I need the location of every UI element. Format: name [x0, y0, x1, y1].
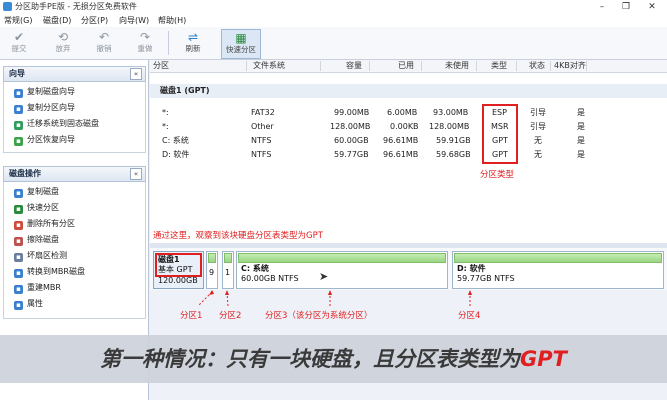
disk-op-bad-sector[interactable]: ▪ 坏扇区检测: [14, 250, 67, 262]
minimize-button[interactable]: –: [590, 0, 614, 14]
copy-disk-icon: ▪: [14, 189, 23, 198]
undo-icon: ↶: [98, 30, 110, 44]
disk-op-copy-disk[interactable]: ▪ 复制磁盘: [14, 186, 59, 198]
quick-partition-button[interactable]: ▦ 快速分区: [221, 29, 261, 59]
partition-recovery-icon: ▪: [14, 137, 23, 146]
disk-op-wipe-disk[interactable]: ▪ 擦除磁盘: [14, 234, 59, 246]
undo-button[interactable]: ↶ 撤销: [89, 29, 119, 57]
check-icon: ✔: [13, 30, 25, 44]
wizard-item-migrate-ssd[interactable]: ▪ 迁移系统到固态磁盘: [14, 118, 99, 130]
col-status[interactable]: 状态: [529, 60, 545, 72]
disk-op-convert-mbr[interactable]: ▪ 转换到MBR磁盘: [14, 266, 85, 278]
disk-ops-panel-header[interactable]: 磁盘操作 «: [3, 166, 146, 182]
table-header: 分区 文件系统 容量 已用 未使用 类型 状态 4KB对齐: [150, 60, 667, 73]
collapse-icon[interactable]: «: [130, 68, 142, 80]
partition-tile-1[interactable]: 9: [206, 251, 218, 289]
disk-op-quick-partition[interactable]: ▪ 快速分区: [14, 202, 59, 214]
disk-op-properties[interactable]: ▪ 属性: [14, 298, 43, 310]
col-type[interactable]: 类型: [491, 60, 507, 72]
disk-ops-panel-body: ▪ 复制磁盘 ▪ 快速分区 ▪ 删除所有分区 ▪ 擦除磁盘 ▪ 坏扇区检测 ▪ 转换到MBR…: [3, 182, 146, 319]
partition-2-annotation: 分区2: [219, 311, 242, 321]
commit-button[interactable]: ✔ 提交: [4, 29, 34, 57]
copy-disk-icon: ▪: [14, 89, 23, 98]
disk-group-row[interactable]: 磁盘1 (GPT): [150, 84, 667, 98]
disk-ops-panel-title: 磁盘操作: [9, 169, 41, 178]
toolbar-separator: [168, 31, 169, 55]
col-unused[interactable]: 未使用: [445, 60, 469, 72]
wizard-panel-header[interactable]: 向导 «: [3, 66, 146, 82]
copy-partition-icon: ▪: [14, 105, 23, 114]
partition-tile-c[interactable]: C: 系统 60.00GB NTFS ➤: [236, 251, 448, 289]
close-button[interactable]: ✕: [640, 0, 664, 14]
wizard-item-copy-disk[interactable]: ▪ 复制磁盘向导: [14, 86, 75, 98]
partition-3-annotation: 分区3（该分区为系统分区）: [265, 311, 373, 321]
menu-disk[interactable]: 磁盘(D): [43, 15, 71, 26]
quick-partition-icon: ▪: [14, 205, 23, 214]
disk-tile[interactable]: 磁盘1 基本 GPT 120.00GB: [153, 251, 204, 289]
table-row[interactable]: *:: [162, 106, 169, 120]
disk-name: 磁盘1: [158, 255, 180, 264]
partition-table: 分区 文件系统 容量 已用 未使用 类型 状态 4KB对齐 磁盘1 (GPT) …: [150, 60, 667, 243]
bad-sector-icon: ▪: [14, 253, 23, 262]
wizard-item-copy-partition[interactable]: ▪ 复制分区向导: [14, 102, 75, 114]
quick-partition-icon: ▦: [235, 31, 247, 45]
disk-group-label: 磁盘1 (GPT): [160, 86, 210, 95]
col-filesystem[interactable]: 文件系统: [253, 60, 285, 72]
refresh-button[interactable]: ⇌ 刷新: [178, 29, 208, 57]
delete-icon: ▪: [14, 221, 23, 230]
disk-size: 120.00GB: [158, 276, 198, 285]
refresh-icon: ⇌: [187, 30, 199, 44]
partition-tile-d[interactable]: D: 软件 59.77GB NTFS: [452, 251, 664, 289]
redo-button[interactable]: ↷ 重做: [130, 29, 160, 57]
menu-bar: 常规(G) 磁盘(D) 分区(P) 向导(W) 帮助(H): [0, 14, 667, 27]
discard-icon: ⟲: [57, 30, 69, 44]
col-capacity[interactable]: 容量: [346, 60, 362, 72]
partition-tile-2[interactable]: 1: [222, 251, 234, 289]
menu-help[interactable]: 帮助(H): [158, 15, 186, 26]
title-bar: 分区助手PE版 - 无损分区免费软件 – ❐ ✕: [0, 0, 667, 15]
table-row[interactable]: D: 软件: [162, 148, 189, 162]
type-highlight-box: [482, 104, 518, 164]
redo-icon: ↷: [139, 30, 151, 44]
menu-wizard[interactable]: 向导(W): [119, 15, 149, 26]
disk-op-rebuild-mbr[interactable]: ▪ 重建MBR: [14, 282, 61, 294]
disk-op-delete-all[interactable]: ▪ 删除所有分区: [14, 218, 75, 230]
toolbar: ✔ 提交 ⟲ 放弃 ↶ 撤销 ↷ 重做 ⇌ 刷新 ▦ 快速分区: [0, 27, 667, 60]
wizard-item-partition-recovery[interactable]: ▪ 分区恢复向导: [14, 134, 75, 146]
table-row[interactable]: C: 系统: [162, 134, 189, 148]
table-row[interactable]: *:: [162, 120, 169, 134]
menu-general[interactable]: 常规(G): [4, 15, 32, 26]
convert-icon: ▪: [14, 269, 23, 278]
partition-4-annotation: 分区4: [458, 311, 481, 321]
wizard-panel-body: ▪ 复制磁盘向导 ▪ 复制分区向导 ▪ 迁移系统到固态磁盘 ▪ 分区恢复向导: [3, 82, 146, 153]
app-icon: [3, 2, 12, 11]
mouse-cursor-icon: ➤: [319, 270, 329, 283]
maximize-button[interactable]: ❐: [614, 0, 638, 14]
instruction-annotation: 通过这里，观察到该块硬盘分区表类型为GPT: [153, 231, 323, 241]
properties-icon: ▪: [14, 301, 23, 310]
wizard-panel-title: 向导: [9, 69, 25, 78]
migrate-ssd-icon: ▪: [14, 121, 23, 130]
wipe-icon: ▪: [14, 237, 23, 246]
collapse-icon[interactable]: «: [130, 168, 142, 180]
discard-button[interactable]: ⟲ 放弃: [48, 29, 78, 57]
caption-text: 第一种情况：只有一块硬盘，且分区表类型为GPT: [100, 347, 567, 371]
col-partition[interactable]: 分区: [153, 60, 169, 72]
col-4k-align[interactable]: 4KB对齐: [554, 60, 586, 72]
menu-partition[interactable]: 分区(P): [81, 15, 108, 26]
col-used[interactable]: 已用: [398, 60, 414, 72]
partition-1-annotation: 分区1: [180, 311, 203, 321]
disk-map: 磁盘1 基本 GPT 120.00GB 9 1 C: 系统 60.00GB NT…: [150, 248, 667, 290]
disk-type: 基本 GPT: [158, 265, 193, 274]
caption-banner: 第一种情况：只有一块硬盘，且分区表类型为GPT: [0, 335, 667, 383]
rebuild-mbr-icon: ▪: [14, 285, 23, 294]
window-title: 分区助手PE版 - 无损分区免费软件: [15, 2, 137, 11]
partition-type-annotation: 分区类型: [480, 170, 515, 180]
